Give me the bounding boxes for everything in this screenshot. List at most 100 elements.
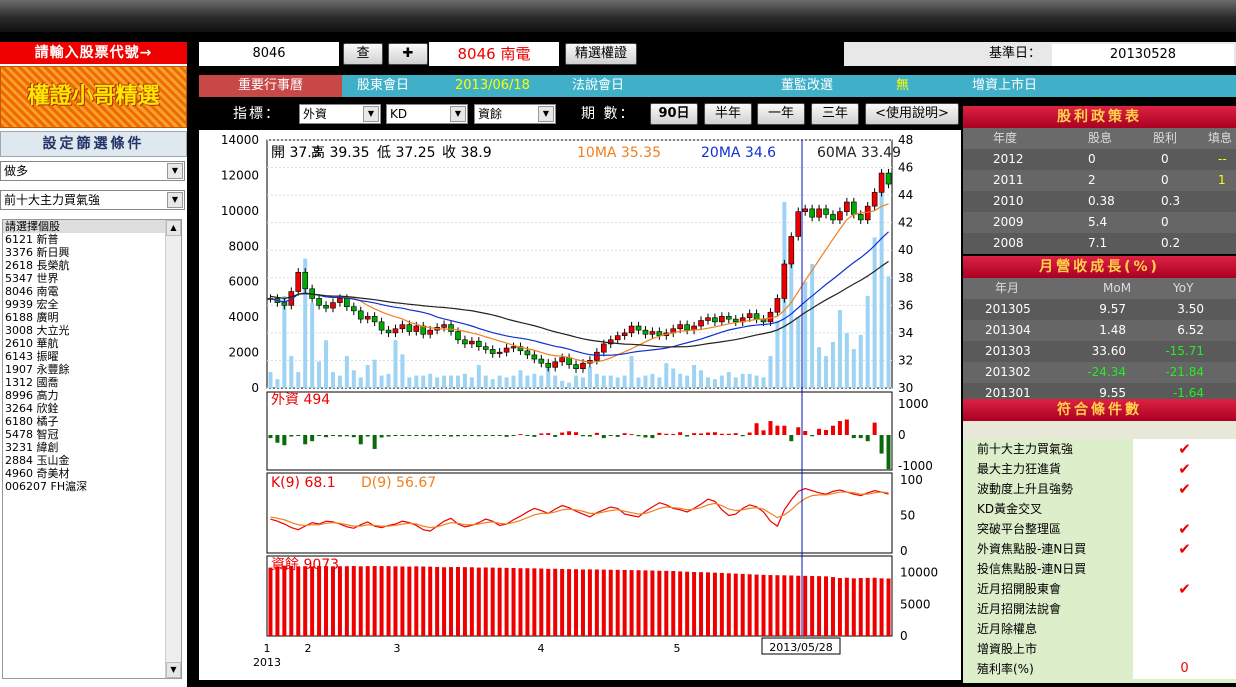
volume-bar [733,377,738,388]
query-button[interactable]: 查 [343,43,383,65]
list-item[interactable]: 6180 橘子 [3,415,181,428]
candle-body [482,346,489,350]
period-3y-button[interactable]: 三年 [811,103,859,125]
foreign-bar [282,435,287,446]
candle-body [628,325,635,334]
list-item[interactable]: 2618 長榮航 [3,259,181,272]
x-tick-label: 5 [674,642,681,655]
strategy-select[interactable]: 做多 ▼ [0,161,185,181]
condition-value [1133,639,1236,659]
condition-select[interactable]: 前十大主力買氣強 ▼ [0,190,185,210]
volume-bar [824,356,829,388]
margin-bar [622,569,627,636]
list-item[interactable]: 4960 奇美材 [3,467,181,480]
list-item[interactable]: 8046 南電 [3,285,181,298]
margin-bar [449,567,454,636]
base-date-input[interactable]: 20130528 [1052,44,1234,66]
indicator-select-2[interactable]: KD ▼ [386,104,468,124]
candle-body [559,357,565,363]
condition-value [1133,559,1236,579]
list-item[interactable]: 請選擇個股 [3,220,181,233]
candle-body [656,331,663,336]
candle-body [871,192,878,207]
ohlc-close: 收 38.9 [442,145,492,161]
period-half-year-button[interactable]: 半年 [704,103,752,125]
list-item[interactable]: 1312 國喬 [3,376,181,389]
margin-bar [761,574,766,636]
list-item[interactable]: 5347 世界 [3,272,181,285]
list-item[interactable]: 3264 欣銓 [3,402,181,415]
margin-bar [872,577,877,636]
dividend-cell-stock: 0.2 [1161,236,1181,250]
margin-bar [421,566,426,636]
add-button[interactable]: ✚ [388,43,428,65]
candle-body [295,271,302,292]
margin-bar [317,566,322,636]
list-item[interactable]: 5478 智冠 [3,428,181,441]
chevron-down-icon[interactable]: ▼ [167,163,183,179]
foreign-bar [330,435,335,436]
table-row: 2012 0 0 -- [963,149,1236,170]
condition-name: 近月招開股東會 [977,582,1062,596]
scroll-up-icon[interactable]: ▲ [166,220,181,236]
list-item[interactable]: 006207 FH滬深 [3,480,181,493]
margin-bar [650,570,655,636]
stock-code-input[interactable]: 8046 [199,42,339,66]
foreign-bar [817,428,822,435]
list-item[interactable]: 2610 華航 [3,337,181,350]
left-panel: 請輸入股票代號→ 權證小哥精選 設定篩選條件 做多 ▼ 前十大主力買氣強 ▼ 請… [0,42,187,687]
margin-bar [372,566,377,636]
foreign-bar [511,435,516,436]
candle-body [427,329,433,335]
warrant-button[interactable]: 精選權證 [565,43,637,65]
candle-body [573,364,579,370]
volume-bar [650,373,655,388]
list-scrollbar[interactable]: ▲ ▼ [165,220,181,678]
candle-body [753,313,760,320]
chevron-down-icon[interactable]: ▼ [167,192,183,208]
candle-body [823,208,829,215]
list-item[interactable]: 2884 玉山金 [3,454,181,467]
chevron-down-icon[interactable]: ▼ [363,106,379,122]
volume-bar [268,372,273,388]
volume-bar [372,359,377,388]
period-1y-button[interactable]: 一年 [757,103,805,125]
candle-body [566,357,572,365]
indicator-2-value: KD [390,107,408,121]
price-tick-label: 40 [898,243,913,257]
indicator-select-1[interactable]: 外資 ▼ [299,104,381,124]
volume-bar [567,382,572,388]
list-item[interactable]: 3008 大立光 [3,324,181,337]
foreign-bar [775,425,780,435]
volume-bar [594,373,599,388]
list-item[interactable]: 6188 廣明 [3,311,181,324]
list-item[interactable]: 9939 宏全 [3,298,181,311]
list-item[interactable]: 3376 新日興 [3,246,181,259]
foreign-bar [469,435,474,436]
kd-tick-label: 0 [900,544,908,558]
chevron-down-icon[interactable]: ▼ [538,106,554,122]
list-item[interactable]: 3231 緯創 [3,441,181,454]
stock-chart[interactable]: 30 32 34 36 38 40 42 44 46 48 0 2000 4000 6000 8000 100… [199,130,961,680]
volume-bar [699,370,704,388]
margin-bar [754,574,759,636]
volume-bar [317,361,322,388]
revenue-cell-mom: 9.57 [1099,302,1126,316]
candle-body [462,339,468,345]
chevron-down-icon[interactable]: ▼ [450,106,466,122]
margin-bar [858,578,863,636]
list-item[interactable]: 6143 振曜 [3,350,181,363]
list-item[interactable]: 6121 新普 [3,233,181,246]
period-90d-button[interactable]: 90日 [650,103,698,125]
scroll-down-icon[interactable]: ▼ [166,662,181,678]
list-item[interactable]: 8996 高力 [3,389,181,402]
candle-body [448,324,454,332]
candle-body [788,236,795,265]
condition-row: 最大主力狂進貨 ✔ [963,459,1236,479]
stock-list[interactable]: 請選擇個股 6121 新普 3376 新日興 2618 長榮航 5347 世界 8046 … [2,219,182,679]
list-item[interactable]: 1907 永豐餘 [3,363,181,376]
indicator-select-3[interactable]: 資餘 ▼ [474,104,556,124]
agm-label: 股東會日 [357,78,410,93]
margin-bar [400,566,405,636]
help-button[interactable]: <使用說明> [865,103,959,125]
